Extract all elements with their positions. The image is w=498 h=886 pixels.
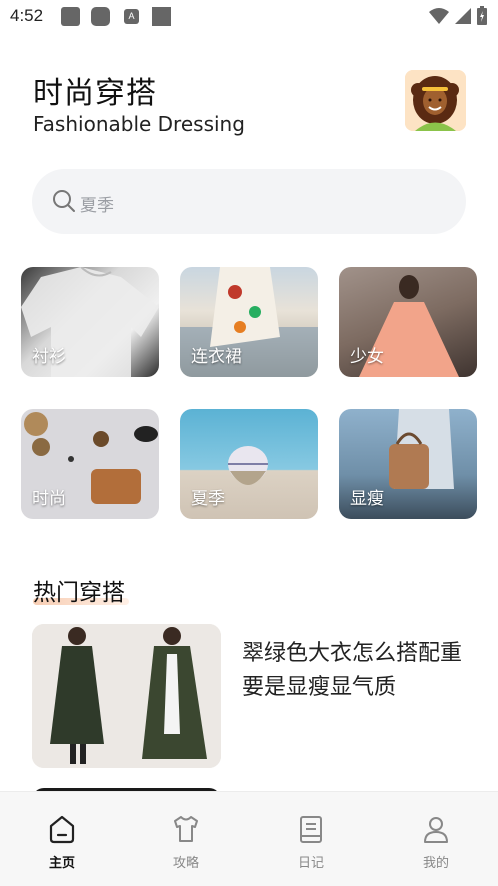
avatar-illustration [405,70,466,131]
page-subtitle: Fashionable Dressing [33,112,245,136]
notebook-icon [300,816,322,843]
notification-icon [61,7,80,26]
category-label: 夏季 [191,489,225,509]
status-time: 4:52 [10,6,44,25]
status-bar: 4:52 A [0,0,498,32]
tab-home[interactable]: 主页 [0,792,124,886]
shirt-icon [174,816,198,842]
page-title: 时尚穿搭 [33,76,157,111]
category-label: 显瘦 [350,489,384,509]
category-label: 衬衫 [32,347,66,367]
category-label: 连衣裙 [191,347,242,367]
search-icon [53,190,75,212]
search-bar[interactable]: 夏季 [32,169,466,234]
hot-item-photo [32,624,221,768]
signal-icon [455,8,471,24]
user-icon [424,817,448,843]
tab-label: 我的 [422,856,449,871]
battery-icon [477,6,487,25]
category-tile-shirt[interactable]: 衬衫 [21,267,159,377]
category-label: 时尚 [32,489,66,509]
section-title: 热门穿搭 [33,580,125,606]
tab-profile[interactable]: 我的 [374,792,498,886]
notification-icon [91,7,110,26]
tab-label: 日记 [297,856,324,871]
hot-item-image[interactable] [32,624,221,768]
category-label: 少女 [350,347,384,367]
bottom-tab-bar: 主页 攻略 日记 我的 [0,791,498,886]
notification-icon [152,7,171,26]
home-icon [49,815,75,844]
wifi-icon [429,8,449,24]
tab-label: 攻略 [172,856,199,871]
hot-item-title[interactable]: 翠绿色大衣怎么搭配重要是显瘦显气质 [242,637,472,705]
tab-diary[interactable]: 日记 [249,792,373,886]
category-tile-fashion[interactable]: 时尚 [21,409,159,519]
category-tile-summer[interactable]: 夏季 [180,409,318,519]
avatar[interactable] [405,70,466,131]
search-placeholder: 夏季 [80,196,114,216]
category-tile-slim[interactable]: 显瘦 [339,409,477,519]
system-icons [428,6,488,26]
tab-guide[interactable]: 攻略 [124,792,248,886]
category-tile-dress[interactable]: 连衣裙 [180,267,318,377]
notification-a-icon: A [124,9,139,24]
tab-label: 主页 [48,856,75,871]
category-tile-girl[interactable]: 少女 [339,267,477,377]
